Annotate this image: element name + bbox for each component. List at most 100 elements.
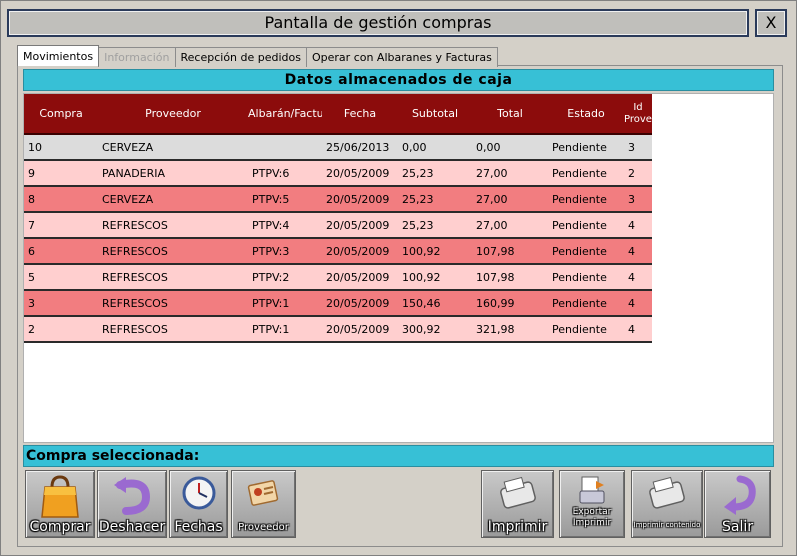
- cell-fecha: 20/05/2009: [322, 212, 398, 239]
- table-row[interactable]: 10 CERVEZA 25/06/2013 0,00 0,00 Pendiente 3: [24, 134, 652, 161]
- cell-total: 107,98: [472, 238, 548, 265]
- cell-estado: Pendiente: [548, 212, 624, 239]
- undo-arrow-icon: [114, 477, 151, 515]
- cell-proveedor: CERVEZA: [98, 186, 248, 213]
- cell-albaran: PTPV:6: [248, 160, 322, 187]
- column-header-total[interactable]: Total: [472, 94, 548, 135]
- imprimir-contenido-button[interactable]: Imprimir contenido: [631, 470, 703, 538]
- cell-compra: 5: [24, 264, 98, 291]
- cell-estado: Pendiente: [548, 186, 624, 213]
- cell-proveedor: REFRESCOS: [98, 212, 248, 239]
- cell-id: 4: [624, 238, 652, 265]
- cell-estado: Pendiente: [548, 264, 624, 291]
- column-header-fecha[interactable]: Fecha: [322, 94, 398, 135]
- imprimir-label: Imprimir: [487, 519, 548, 535]
- fechas-label: Fechas: [174, 519, 223, 535]
- printer-icon: [649, 476, 685, 509]
- comprar-label: Comprar: [29, 519, 91, 535]
- cell-fecha: 25/06/2013: [322, 134, 398, 161]
- cell-id: 4: [624, 290, 652, 317]
- cell-total: 27,00: [472, 186, 548, 213]
- cell-fecha: 20/05/2009: [322, 316, 398, 343]
- column-header-id-proveedor[interactable]: Id Proveedor: [624, 94, 652, 135]
- cell-albaran: PTPV:5: [248, 186, 322, 213]
- cell-estado: Pendiente: [548, 316, 624, 343]
- cell-albaran: PTPV:1: [248, 290, 322, 317]
- column-header-compra[interactable]: Compra: [24, 94, 98, 135]
- cell-albaran: PTPV:3: [248, 238, 322, 265]
- cell-total: 160,99: [472, 290, 548, 317]
- cell-albaran: PTPV:4: [248, 212, 322, 239]
- tab-albaranes-facturas[interactable]: Operar con Albaranes y Facturas: [306, 47, 498, 67]
- tab-strip: Movimientos Información Recepción de ped…: [17, 45, 498, 67]
- supplier-card-icon: [247, 480, 278, 506]
- deshacer-label: Deshacer: [98, 519, 166, 535]
- purchases-table-area: Compra Proveedor Albarán/Factura Fecha S…: [23, 93, 774, 443]
- tab-informacion: Información: [98, 47, 176, 67]
- proveedor-button[interactable]: Proveedor: [231, 470, 296, 538]
- table-row[interactable]: 6 REFRESCOS PTPV:3 20/05/2009 100,92 107,98 Pe…: [24, 238, 652, 265]
- cell-subtotal: 25,23: [398, 160, 472, 187]
- tab-movimientos[interactable]: Movimientos: [17, 45, 100, 66]
- table-row[interactable]: 7 REFRESCOS PTPV:4 20/05/2009 25,23 27,00 Pend…: [24, 212, 652, 239]
- cell-total: 321,98: [472, 316, 548, 343]
- cell-proveedor: REFRESCOS: [98, 238, 248, 265]
- stored-data-header: Datos almacenados de caja: [23, 69, 774, 91]
- deshacer-button[interactable]: Deshacer: [97, 470, 167, 538]
- column-header-estado[interactable]: Estado: [548, 94, 624, 135]
- cell-id: 4: [624, 264, 652, 291]
- salir-button[interactable]: Salir: [704, 470, 771, 538]
- table-row[interactable]: 8 CERVEZA PTPV:5 20/05/2009 25,23 27,00 Pendie…: [24, 186, 652, 213]
- cell-id: 3: [624, 186, 652, 213]
- cell-subtotal: 100,92: [398, 238, 472, 265]
- cell-id: 3: [624, 134, 652, 161]
- cell-total: 0,00: [472, 134, 548, 161]
- fechas-button[interactable]: Fechas: [169, 470, 228, 538]
- cell-compra: 2: [24, 316, 98, 343]
- cell-compra: 6: [24, 238, 98, 265]
- cell-proveedor: REFRESCOS: [98, 264, 248, 291]
- close-button[interactable]: X: [755, 9, 787, 37]
- cell-subtotal: 100,92: [398, 264, 472, 291]
- tab-recepcion-pedidos[interactable]: Recepción de pedidos: [174, 47, 307, 67]
- cell-albaran: PTPV:2: [248, 264, 322, 291]
- export-print-icon: [579, 476, 605, 504]
- purchases-table: Compra Proveedor Albarán/Factura Fecha S…: [24, 94, 652, 343]
- purchase-management-window: Pantalla de gestión compras X Movimiento…: [0, 0, 797, 556]
- column-header-subtotal[interactable]: Subtotal: [398, 94, 472, 135]
- cell-total: 27,00: [472, 160, 548, 187]
- cell-id: 4: [624, 316, 652, 343]
- column-header-proveedor[interactable]: Proveedor: [98, 94, 248, 135]
- cell-estado: Pendiente: [548, 134, 624, 161]
- comprar-button[interactable]: Comprar: [25, 470, 95, 538]
- imprimir-button[interactable]: Imprimir: [481, 470, 554, 538]
- cell-fecha: 20/05/2009: [322, 290, 398, 317]
- imprimir-contenido-label: Imprimir contenido: [633, 521, 701, 529]
- exit-arrow-icon: [723, 475, 756, 515]
- cell-subtotal: 300,92: [398, 316, 472, 343]
- cell-estado: Pendiente: [548, 160, 624, 187]
- cell-subtotal: 150,46: [398, 290, 472, 317]
- cell-total: 27,00: [472, 212, 548, 239]
- salir-label: Salir: [721, 519, 753, 535]
- cell-compra: 10: [24, 134, 98, 161]
- cell-total: 107,98: [472, 264, 548, 291]
- table-header-row: Compra Proveedor Albarán/Factura Fecha S…: [24, 94, 652, 135]
- exportar-imprimir-button[interactable]: Exportar Imprimir: [559, 470, 625, 538]
- cell-compra: 9: [24, 160, 98, 187]
- cell-proveedor: PANADERIA: [98, 160, 248, 187]
- cell-estado: Pendiente: [548, 238, 624, 265]
- cell-compra: 8: [24, 186, 98, 213]
- cell-id: 4: [624, 212, 652, 239]
- table-row[interactable]: 9 PANADERIA PTPV:6 20/05/2009 25,23 27,00 Pend…: [24, 160, 652, 187]
- cell-proveedor: CERVEZA: [98, 134, 248, 161]
- table-row[interactable]: 2 REFRESCOS PTPV:1 20/05/2009 300,92 321,98 Pe…: [24, 316, 652, 343]
- table-row[interactable]: 5 REFRESCOS PTPV:2 20/05/2009 100,92 107,98 Pe…: [24, 264, 652, 291]
- table-row[interactable]: 3 REFRESCOS PTPV:1 20/05/2009 150,46 160,99 Pe…: [24, 290, 652, 317]
- cell-compra: 3: [24, 290, 98, 317]
- column-header-albaran[interactable]: Albarán/Factura: [248, 94, 322, 135]
- cell-proveedor: REFRESCOS: [98, 290, 248, 317]
- cell-albaran: PTPV:1: [248, 316, 322, 343]
- cell-fecha: 20/05/2009: [322, 186, 398, 213]
- cell-subtotal: 25,23: [398, 186, 472, 213]
